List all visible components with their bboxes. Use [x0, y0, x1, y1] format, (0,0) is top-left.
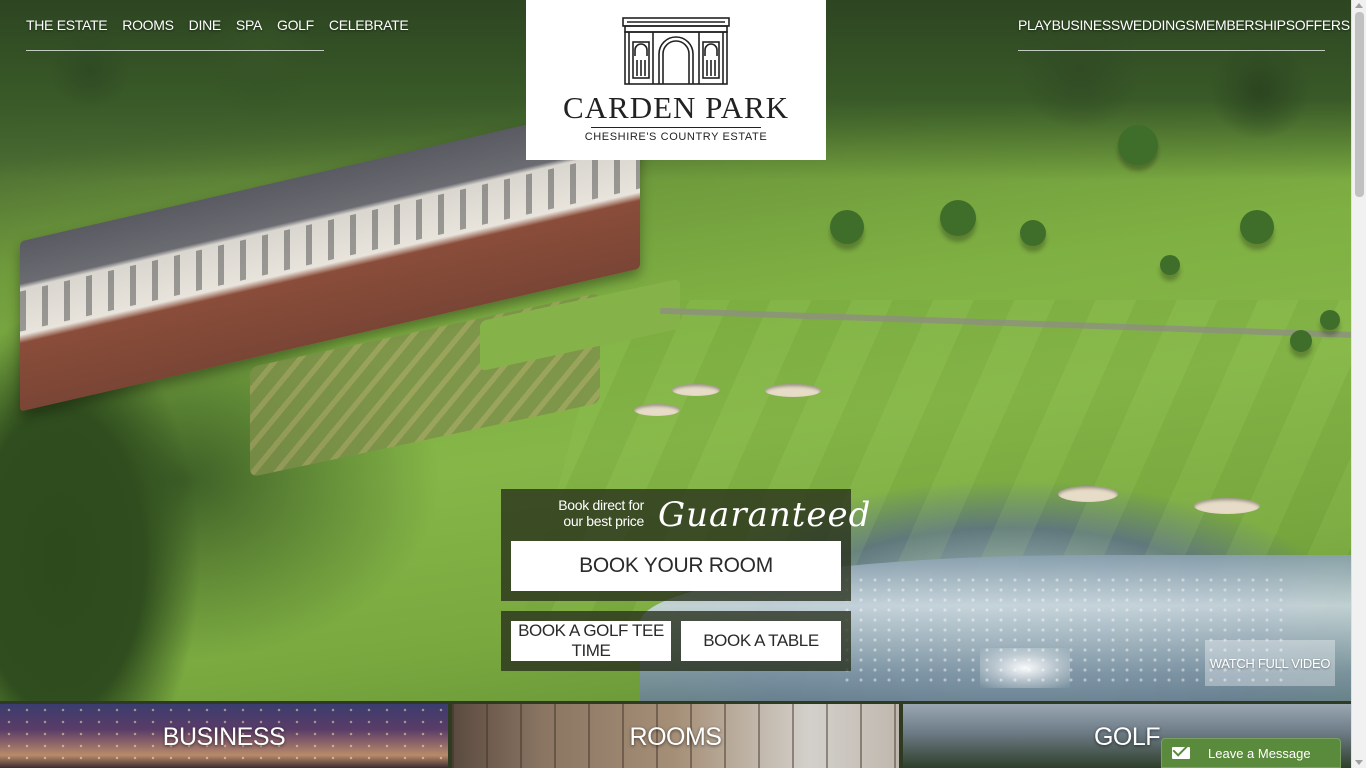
envelope-icon: [1172, 747, 1190, 759]
logo-divider: [591, 127, 761, 128]
book-direct-line1: Book direct for: [558, 497, 644, 513]
nav-item-business[interactable]: BUSINESS: [1052, 17, 1121, 33]
book-table-button[interactable]: BOOK A TABLE: [681, 621, 841, 661]
tile-business-label: BUSINESS: [162, 723, 286, 751]
page-scrollbar[interactable]: [1351, 0, 1366, 768]
scroll-down-arrow-icon[interactable]: [1355, 760, 1363, 765]
nav-item-offers[interactable]: OFFERS: [1295, 17, 1350, 33]
booking-secondary-panel: BOOK A GOLF TEE TIME BOOK A TABLE: [501, 611, 851, 671]
logo-tagline: CHESHIRE'S COUNTRY ESTATE: [584, 131, 768, 143]
tree: [1160, 255, 1180, 275]
book-direct-banner: Book direct for our best price Guarantee…: [501, 489, 870, 541]
nav-item-play[interactable]: PLAY: [1018, 17, 1052, 33]
feature-tiles: BUSINESS ROOMS GOLF: [0, 704, 1351, 768]
nav-item-the-estate[interactable]: THE ESTATE: [26, 17, 108, 33]
logo-wordmark: CARDEN PARK: [562, 90, 790, 125]
leave-message-widget[interactable]: Leave a Message: [1161, 738, 1341, 768]
booking-panel: Book direct for our best price Guarantee…: [501, 489, 870, 601]
nav-item-rooms[interactable]: ROOMS: [122, 17, 174, 33]
tile-golf-label: GOLF: [1093, 723, 1161, 751]
nav-item-spa[interactable]: SPA: [236, 17, 262, 33]
tree: [1320, 310, 1340, 330]
nav-item-weddings[interactable]: WEDDINGS: [1120, 17, 1195, 33]
leave-message-label: Leave a Message: [1208, 745, 1311, 761]
bunker: [765, 384, 821, 397]
nav-item-dine[interactable]: DINE: [189, 17, 222, 33]
book-direct-text: Book direct for our best price: [558, 497, 644, 529]
scroll-up-arrow-icon[interactable]: [1355, 3, 1363, 8]
arch-gate-icon: [622, 17, 730, 85]
tile-business[interactable]: BUSINESS: [0, 704, 448, 768]
book-direct-line2: our best price: [563, 513, 644, 529]
nav-item-celebrate[interactable]: CELEBRATE: [329, 17, 409, 33]
bunker: [1194, 498, 1260, 514]
tile-rooms[interactable]: ROOMS: [452, 704, 899, 768]
tree: [1118, 125, 1158, 165]
site-logo[interactable]: CARDEN PARK CHESHIRE'S COUNTRY ESTATE: [526, 0, 826, 160]
nav-item-memberships[interactable]: MEMBERSHIPS: [1195, 17, 1295, 33]
watch-full-video-button[interactable]: WATCH FULL VIDEO: [1205, 640, 1335, 686]
primary-nav-right: PLAY BUSINESS WEDDINGS MEMBERSHIPS OFFER…: [1018, 0, 1350, 51]
lake-fountain: [980, 648, 1070, 688]
bunker: [634, 404, 680, 416]
book-golf-tee-time-button[interactable]: BOOK A GOLF TEE TIME: [511, 621, 671, 661]
tree: [1240, 210, 1274, 244]
bunker: [1058, 486, 1118, 502]
nav-item-golf[interactable]: GOLF: [277, 17, 314, 33]
tree: [940, 200, 976, 236]
book-room-button[interactable]: BOOK YOUR ROOM: [511, 541, 841, 591]
tree: [830, 210, 864, 244]
scrollbar-thumb[interactable]: [1355, 12, 1364, 197]
tree: [1290, 330, 1312, 352]
tree: [1020, 220, 1046, 246]
guaranteed-script: Guaranteed: [658, 495, 872, 535]
bunker: [672, 384, 720, 396]
tile-rooms-label: ROOMS: [629, 723, 722, 751]
primary-nav-left: THE ESTATE ROOMS DINE SPA GOLF CELEBRATE: [26, 0, 409, 51]
